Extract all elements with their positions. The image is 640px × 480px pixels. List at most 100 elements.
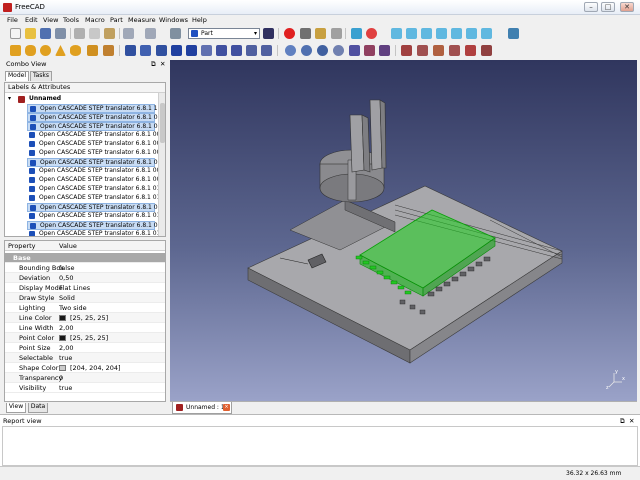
property-row[interactable]: Transparency 0 [5, 373, 165, 383]
minimize-button[interactable]: – [584, 2, 598, 12]
close-icon[interactable]: ✕ [160, 60, 165, 68]
property-row[interactable]: Shape Color [204, 204, 204] [5, 363, 165, 373]
section-icon[interactable] [349, 45, 360, 56]
tree-root[interactable]: ▾ Unnamed [5, 95, 155, 104]
print-icon[interactable] [55, 28, 66, 39]
torus-icon[interactable] [70, 45, 81, 56]
property-row[interactable]: Selectable true [5, 353, 165, 363]
loft-icon[interactable] [216, 45, 227, 56]
property-row[interactable]: Line Color [25, 25, 25] [5, 313, 165, 323]
cross-sections-icon[interactable] [364, 45, 375, 56]
primitives-icon[interactable] [87, 45, 98, 56]
measure-angular-icon[interactable] [417, 45, 428, 56]
property-value[interactable]: [204, 204, 204] [70, 364, 121, 372]
color-swatch[interactable] [59, 365, 66, 371]
property-value[interactable]: Flat Lines [59, 284, 90, 292]
tree-item[interactable]: Open CASCADE STEP translator 6.8.1 009 [27, 176, 164, 185]
tree-item[interactable]: Open CASCADE STEP translator 6.8.1 015 [27, 230, 164, 236]
undo-icon[interactable] [123, 28, 134, 39]
property-row[interactable]: Visibility true [5, 383, 165, 393]
sweep-icon[interactable] [231, 45, 242, 56]
view-top-icon[interactable] [421, 28, 432, 39]
document-tab[interactable]: Unnamed : 1* × [172, 402, 232, 414]
property-row[interactable]: Bounding Box false [5, 263, 165, 273]
measure-distance-icon[interactable] [508, 28, 519, 39]
property-row[interactable]: Line Width 2,00 [5, 323, 165, 333]
property-row[interactable]: Point Size 2,00 [5, 343, 165, 353]
open-icon[interactable] [25, 28, 36, 39]
property-value[interactable]: false [59, 264, 74, 272]
measure-clear-icon[interactable] [449, 45, 460, 56]
ruled-surface-icon[interactable] [201, 45, 212, 56]
stop-macro-icon[interactable] [300, 28, 311, 39]
view-rear-icon[interactable] [451, 28, 462, 39]
property-row[interactable]: Draw Style Solid [5, 293, 165, 303]
tree-item[interactable]: Open CASCADE STEP translator 6.8.1 004 [27, 131, 164, 140]
fuse-icon[interactable] [317, 45, 328, 56]
maximize-button[interactable]: □ [601, 2, 615, 12]
mirror-icon[interactable] [156, 45, 167, 56]
tab-view[interactable]: View [6, 403, 26, 413]
new-icon[interactable] [10, 28, 21, 39]
menu-windows[interactable]: Windows [159, 16, 188, 24]
cut-boolean-icon[interactable] [301, 45, 312, 56]
tree-item[interactable]: Open CASCADE STEP translator 6.8.1 003 [27, 122, 165, 131]
revolve-icon[interactable] [140, 45, 151, 56]
tree-item[interactable]: Open CASCADE STEP translator 6.8.1 005 [27, 140, 164, 149]
view-bottom-icon[interactable] [466, 28, 477, 39]
cut-icon[interactable] [74, 28, 85, 39]
measure-toggle-delta-icon[interactable] [481, 45, 492, 56]
property-value[interactable]: 2,00 [59, 344, 73, 352]
tab-tasks[interactable]: Tasks [30, 71, 52, 81]
tree-item[interactable]: Open CASCADE STEP translator 6.8.1 1 [27, 104, 158, 113]
cone-icon[interactable] [55, 45, 66, 56]
thickness-icon[interactable] [261, 45, 272, 56]
box-icon[interactable] [10, 45, 21, 56]
tree-item[interactable]: Open CASCADE STEP translator 6.8.1 006 [27, 149, 164, 158]
tree-item[interactable]: Open CASCADE STEP translator 6.8.1 007 [27, 158, 165, 167]
tree-item[interactable]: Open CASCADE STEP translator 6.8.1 002 [27, 113, 165, 122]
measure-refresh-icon[interactable] [433, 45, 444, 56]
run-macro-icon[interactable] [331, 28, 342, 39]
compound-icon[interactable] [379, 45, 390, 56]
view-front-icon[interactable] [406, 28, 417, 39]
property-row[interactable]: Deviation 0,50 [5, 273, 165, 283]
view-axonometric-icon[interactable] [391, 28, 402, 39]
float-icon[interactable]: ⧉ [620, 417, 625, 426]
shape-builder-icon[interactable] [103, 45, 114, 56]
whats-this-icon[interactable] [263, 28, 274, 39]
sphere-icon[interactable] [40, 45, 51, 56]
menu-file[interactable]: File [7, 16, 18, 24]
offset-icon[interactable] [246, 45, 257, 56]
property-value[interactable]: [25, 25, 25] [70, 334, 108, 342]
property-value[interactable]: Two side [59, 304, 87, 312]
menu-measure[interactable]: Measure [128, 16, 156, 24]
tree-item[interactable]: Open CASCADE STEP translator 6.8.1 011 [27, 194, 164, 203]
view-left-icon[interactable] [481, 28, 492, 39]
boolean-icon[interactable] [285, 45, 296, 56]
menu-part[interactable]: Part [110, 16, 123, 24]
property-value[interactable]: 0,50 [59, 274, 73, 282]
property-value[interactable]: 2,00 [59, 324, 73, 332]
menu-edit[interactable]: Edit [25, 16, 38, 24]
tree-scrollbar[interactable] [158, 93, 165, 236]
collapse-icon[interactable]: ▾ [8, 95, 11, 102]
measure-toggle-3d-icon[interactable] [465, 45, 476, 56]
close-tab-icon[interactable]: × [223, 404, 230, 411]
property-row[interactable]: Display Mode Flat Lines [5, 283, 165, 293]
property-value[interactable]: 0 [59, 374, 63, 382]
color-swatch[interactable] [59, 315, 66, 321]
property-group[interactable]: Base [5, 253, 165, 263]
view-right-icon[interactable] [436, 28, 447, 39]
fit-all-icon[interactable] [351, 28, 362, 39]
draw-style-icon[interactable] [366, 28, 377, 39]
cylinder-icon[interactable] [25, 45, 36, 56]
refresh-icon[interactable] [170, 28, 181, 39]
close-icon[interactable]: ✕ [629, 417, 634, 425]
record-macro-icon[interactable] [284, 28, 295, 39]
property-value[interactable]: [25, 25, 25] [70, 314, 108, 322]
tree-item[interactable]: Open CASCADE STEP translator 6.8.1 012 [27, 203, 165, 212]
save-icon[interactable] [40, 28, 51, 39]
property-value[interactable]: Solid [59, 294, 75, 302]
property-row[interactable]: Lighting Two side [5, 303, 165, 313]
